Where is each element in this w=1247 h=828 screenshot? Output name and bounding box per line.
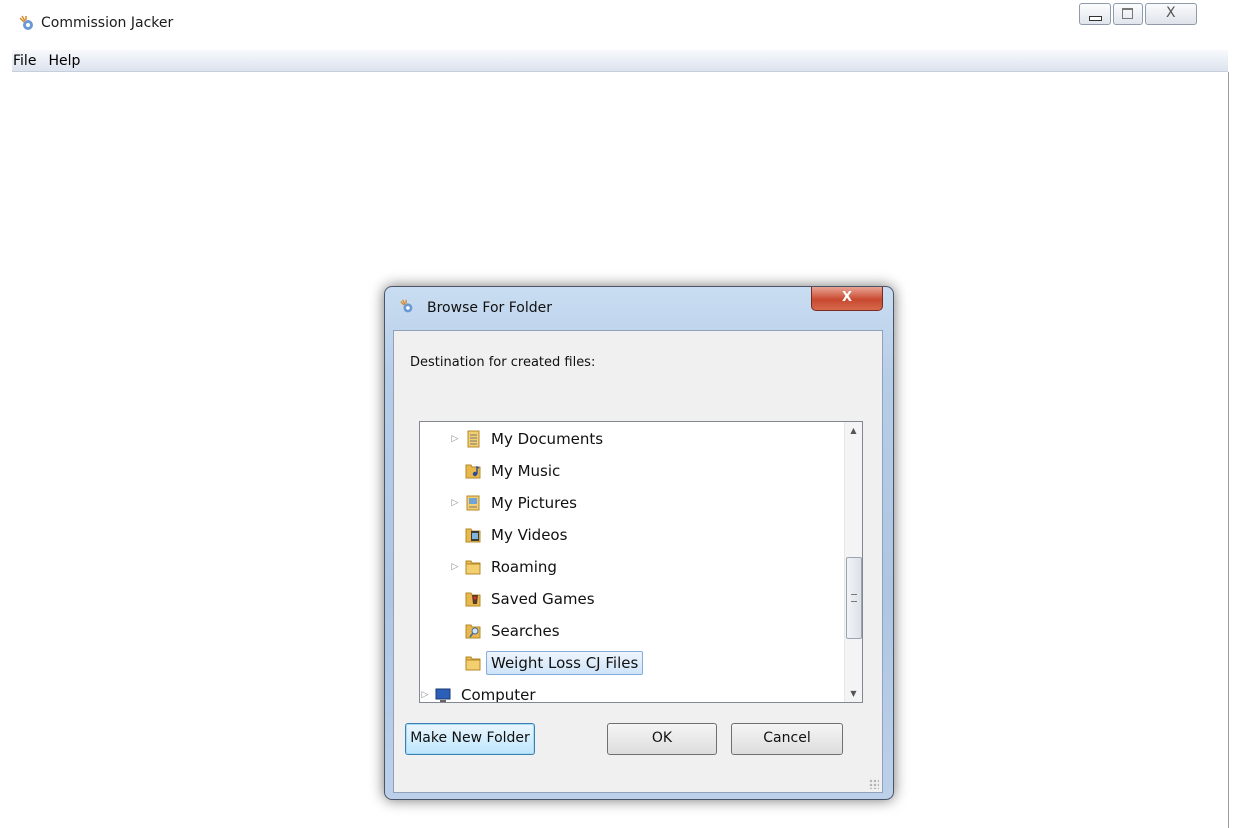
dialog-app-icon	[400, 299, 413, 313]
tree-item-roaming[interactable]: ▷ Roaming	[450, 553, 557, 581]
scroll-up-arrow-icon[interactable]: ▲	[845, 422, 862, 439]
make-new-folder-button[interactable]: Make New Folder	[405, 723, 535, 755]
tree-item-label: My Documents	[491, 430, 604, 448]
folder-icon	[464, 558, 482, 576]
dialog-body: Destination for created files: ▷ My Docum…	[393, 330, 883, 793]
expand-arrow-icon[interactable]: ▷	[450, 498, 460, 508]
tree-item-my-music[interactable]: My Music	[450, 457, 560, 485]
tree-item-my-pictures[interactable]: ▷ My Pictures	[450, 489, 577, 517]
tree-item-label: My Music	[491, 462, 561, 480]
tree-item-computer[interactable]: ▷ Computer	[420, 681, 536, 703]
menu-bar: File Help	[12, 50, 1228, 72]
tree-item-label: Roaming	[491, 558, 557, 576]
pictures-folder-icon	[464, 494, 482, 512]
menu-file[interactable]: File	[12, 53, 42, 69]
dialog-title: Browse For Folder	[427, 300, 553, 316]
maximize-button[interactable]	[1113, 3, 1143, 25]
tree-item-label: My Videos	[491, 526, 568, 544]
tree-item-saved-games[interactable]: Saved Games	[450, 585, 595, 613]
folder-tree[interactable]: ▷ My Documents My Music ▷ My Pictures My Vide…	[419, 421, 863, 703]
tree-scrollbar[interactable]: ▲ ▼	[844, 422, 862, 702]
expand-arrow-icon[interactable]: ▷	[420, 690, 430, 700]
folder-icon	[464, 654, 482, 672]
tree-item-label: Weight Loss CJ Files	[486, 651, 644, 675]
tree-item-label: Saved Games	[491, 590, 595, 608]
videos-folder-icon	[464, 526, 482, 544]
resize-grip-icon[interactable]	[869, 779, 879, 789]
window-close-button[interactable]: X	[1145, 3, 1197, 25]
dialog-prompt: Destination for created files:	[410, 355, 596, 370]
tree-item-searches[interactable]: Searches	[450, 617, 560, 645]
window-controls: X	[1079, 3, 1199, 25]
saved-games-folder-icon	[464, 590, 482, 608]
dialog-close-button[interactable]: X	[811, 287, 883, 311]
expand-arrow-icon[interactable]: ▷	[450, 434, 460, 444]
window-title: Commission Jacker	[41, 15, 174, 31]
menu-help[interactable]: Help	[42, 53, 86, 69]
close-icon: X	[1166, 5, 1176, 21]
tree-item-label: Searches	[491, 622, 560, 640]
window-title-bar[interactable]: Commission Jacker X	[0, 0, 1247, 48]
browse-for-folder-dialog: Browse For Folder X Destination for crea…	[384, 286, 894, 800]
scroll-down-arrow-icon[interactable]: ▼	[845, 685, 862, 702]
tree-item-label: My Pictures	[491, 494, 577, 512]
minimize-button[interactable]	[1079, 3, 1111, 25]
documents-folder-icon	[464, 430, 482, 448]
cancel-button[interactable]: Cancel	[731, 723, 843, 755]
app-icon	[19, 15, 33, 30]
music-folder-icon	[464, 462, 482, 480]
tree-item-my-videos[interactable]: My Videos	[450, 521, 567, 549]
computer-icon	[434, 686, 452, 702]
close-icon: X	[841, 290, 853, 305]
scroll-thumb[interactable]	[846, 557, 862, 639]
tree-item-label: Computer	[461, 686, 536, 703]
tree-item-my-documents[interactable]: ▷ My Documents	[450, 425, 604, 453]
ok-button[interactable]: OK	[607, 723, 717, 755]
searches-folder-icon	[464, 622, 482, 640]
tree-item-weight-loss-cj-files[interactable]: Weight Loss CJ Files	[450, 649, 644, 677]
expand-arrow-icon[interactable]: ▷	[450, 562, 460, 572]
